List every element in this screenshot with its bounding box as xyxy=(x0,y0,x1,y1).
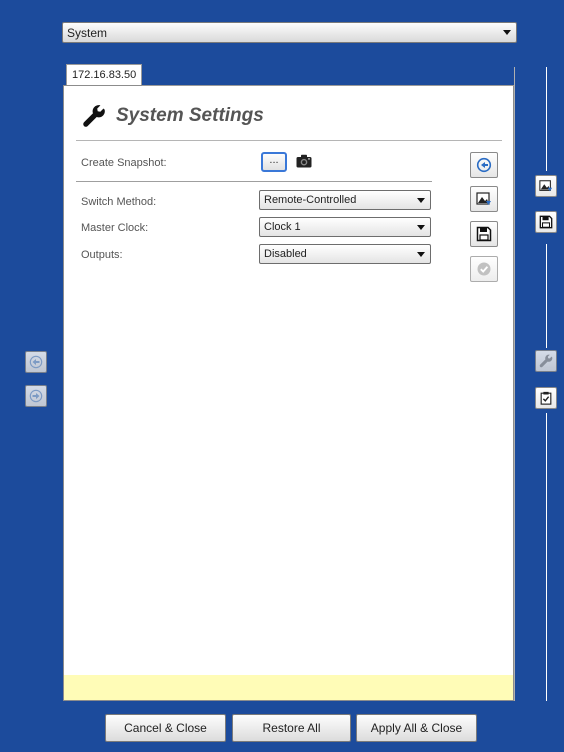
divider xyxy=(76,140,502,141)
master-clock-select[interactable]: Clock 1 xyxy=(259,217,431,237)
master-clock-label: Master Clock: xyxy=(81,222,149,234)
status-bar xyxy=(64,675,513,700)
save-icon xyxy=(539,215,553,229)
snapshot-browse-button[interactable]: ... xyxy=(261,152,287,172)
settings-panel xyxy=(63,85,514,701)
load-image-icon xyxy=(539,180,553,192)
tab-label: 172.16.83.50 xyxy=(72,69,137,81)
page-title: System Settings xyxy=(82,104,264,128)
title-text: System Settings xyxy=(116,105,264,126)
panel-border xyxy=(514,67,515,701)
outputs-select[interactable]: Disabled xyxy=(259,244,431,264)
reset-button[interactable] xyxy=(470,152,498,178)
camera-icon[interactable] xyxy=(296,154,312,168)
back-button[interactable] xyxy=(25,351,47,373)
outputs-value: Disabled xyxy=(264,248,307,260)
cancel-close-button[interactable]: Cancel & Close xyxy=(105,714,226,742)
master-clock-value: Clock 1 xyxy=(264,221,301,233)
panel-border-top xyxy=(142,85,514,86)
save-icon xyxy=(476,226,492,242)
back-arrow-icon xyxy=(29,355,43,369)
side-settings-button[interactable] xyxy=(535,350,557,372)
divider xyxy=(76,181,432,182)
side-rail xyxy=(546,244,547,348)
apply-all-close-button[interactable]: Apply All & Close xyxy=(356,714,477,742)
side-rail xyxy=(546,67,547,171)
wrench-icon xyxy=(539,354,553,368)
load-image-button[interactable] xyxy=(470,186,498,212)
system-select[interactable]: System xyxy=(62,22,517,43)
side-rail xyxy=(546,413,547,701)
switch-method-label: Switch Method: xyxy=(81,196,157,208)
tab-device[interactable]: 172.16.83.50 xyxy=(66,64,142,86)
side-load-image-button[interactable] xyxy=(535,175,557,197)
switch-method-value: Remote-Controlled xyxy=(264,194,357,206)
save-button[interactable] xyxy=(470,221,498,247)
snapshot-label: Create Snapshot: xyxy=(81,157,167,169)
side-clipboard-button[interactable] xyxy=(535,387,557,409)
forward-arrow-icon xyxy=(29,389,43,403)
check-icon xyxy=(477,262,491,276)
reset-icon xyxy=(476,157,492,173)
load-image-icon xyxy=(476,192,491,205)
side-save-button[interactable] xyxy=(535,211,557,233)
forward-button[interactable] xyxy=(25,385,47,407)
switch-method-select[interactable]: Remote-Controlled xyxy=(259,190,431,210)
chevron-down-icon xyxy=(417,225,425,230)
restore-all-button[interactable]: Restore All xyxy=(232,714,351,742)
system-select-value: System xyxy=(67,25,108,40)
apply-button[interactable] xyxy=(470,256,498,282)
chevron-down-icon xyxy=(503,30,511,35)
wrench-icon xyxy=(83,105,105,127)
clipboard-icon xyxy=(540,391,552,405)
outputs-label: Outputs: xyxy=(81,249,123,261)
chevron-down-icon xyxy=(417,252,425,257)
chevron-down-icon xyxy=(417,198,425,203)
